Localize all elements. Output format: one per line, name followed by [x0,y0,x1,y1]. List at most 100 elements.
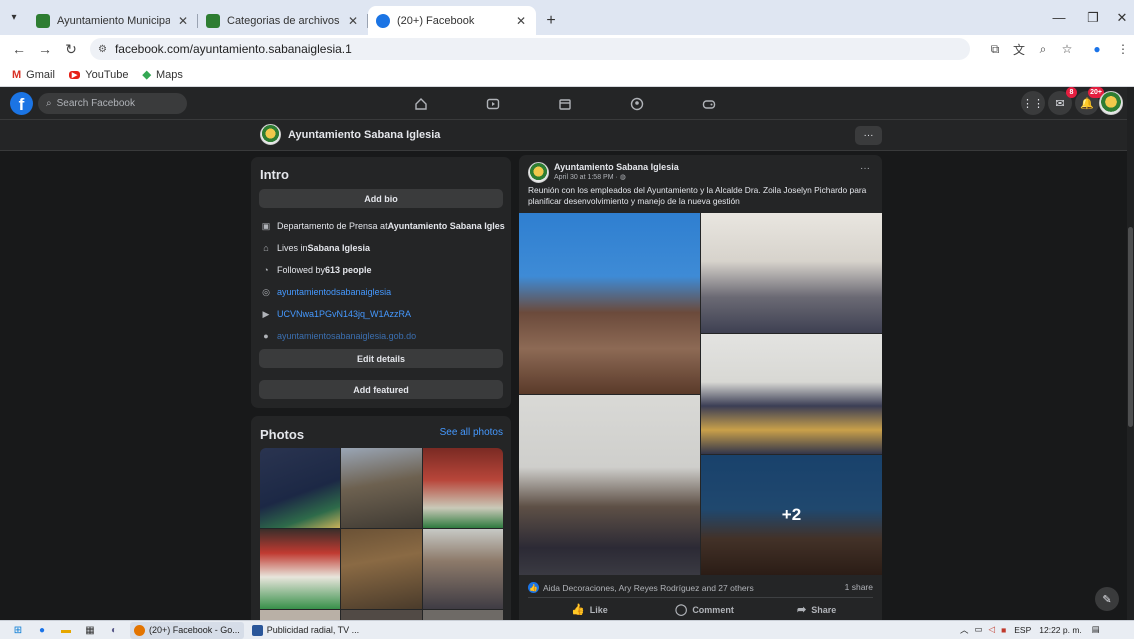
file-explorer-icon[interactable]: ▬ [54,621,78,639]
system-tray[interactable]: ︿ ▭ ◁ ■ ESP 12:22 p. m. ▤ [960,620,1100,639]
photos-title: Photos [260,427,305,442]
close-tab-icon[interactable]: ✕ [348,14,358,28]
start-icon[interactable]: ⊞ [6,621,30,639]
intro-website[interactable]: ● ayuntamientosabanaiglesia.gob.do [260,330,505,342]
bookmark-star-icon[interactable]: ☆ [1056,35,1078,63]
photo-thumbnail[interactable] [341,529,422,609]
youtube-icon: ▶ [68,70,81,79]
scrollbar-thumb[interactable] [1128,227,1133,427]
video-icon[interactable] [484,95,502,113]
translate-icon[interactable]: 文 [1008,35,1030,63]
photo-thumbnail[interactable] [341,448,422,528]
post-author[interactable]: Ayuntamiento Sabana Iglesia [554,162,679,172]
more-photos-overlay[interactable]: +2 [701,455,882,575]
photo-thumbnail[interactable] [260,448,340,528]
like-button[interactable]: 👍 Like [571,603,608,616]
intro-instagram[interactable]: ◎ ayuntamientodsabanaiglesia [260,286,505,298]
add-bio-button[interactable]: Add bio [259,189,503,208]
store-icon[interactable]: ▦ [78,621,102,639]
post-author-avatar[interactable] [528,162,549,183]
intro-title: Intro [260,167,289,182]
facebook-logo-icon[interactable]: f [10,92,33,115]
app-icon[interactable]: ◐ [102,621,126,639]
taskbar-app-chrome[interactable]: (20+) Facebook - Go... [130,621,244,639]
page-avatar[interactable] [260,124,281,145]
chrome-menu-icon[interactable]: ⋮ [1112,35,1134,63]
youtube-link[interactable]: UCVNwa1PGvN143jq_W1AzzRA [277,309,411,319]
intro-youtube[interactable]: ▶ UCVNwa1PGvN143jq_W1AzzRA [260,308,505,320]
gaming-icon[interactable] [700,95,718,113]
clock[interactable]: 12:22 p. m. [1039,625,1082,635]
messenger-badge: 8 [1066,87,1077,98]
page-more-button[interactable]: ··· [855,126,882,145]
notifications-center-icon[interactable]: ▤ [1092,624,1100,635]
bookmark-maps[interactable]: ◆ Maps [143,68,183,82]
bookmark-gmail[interactable]: M Gmail [12,69,55,81]
taskbar-app-word[interactable]: Publicidad radial, TV ... [248,622,363,639]
photo-thumbnail[interactable] [260,529,340,609]
page-scrollbar[interactable] [1127,87,1134,620]
page-title[interactable]: Ayuntamiento Sabana Iglesia [288,129,440,141]
browser-toolbar: ← → ↻ ⚙ facebook.com/ayuntamiento.sabana… [0,35,1134,63]
volume-icon[interactable]: ◁ [989,624,996,635]
post-photo[interactable] [701,334,882,454]
photo-thumbnail[interactable] [423,448,503,528]
comment-button[interactable]: ◯ Comment [675,603,734,616]
tab-search-icon[interactable]: ▾ [0,0,28,35]
account-avatar[interactable] [1099,91,1123,115]
reload-icon[interactable]: ↻ [60,38,82,60]
close-tab-icon[interactable]: ✕ [516,14,526,28]
antivirus-icon[interactable]: ■ [1001,625,1006,635]
site-info-icon[interactable]: ⚙ [98,44,107,55]
close-window-icon[interactable]: ✕ [1103,0,1134,35]
browser-tab-2[interactable]: Categorias de archivos Publicac ✕ [198,6,368,35]
lives-prefix: Lives in [277,243,308,253]
post-photo[interactable] [701,213,882,333]
search-input[interactable]: ⌕ Search Facebook [38,93,187,114]
website-link[interactable]: ayuntamientosabanaiglesia.gob.do [277,331,416,341]
forward-icon[interactable]: → [34,38,56,60]
chrome-taskbar-icon[interactable]: ● [30,621,54,639]
close-tab-icon[interactable]: ✕ [178,14,188,28]
address-bar[interactable]: ⚙ facebook.com/ayuntamiento.sabanaiglesi… [90,38,970,60]
zoom-icon[interactable]: ⌕ [1032,35,1054,63]
back-icon[interactable]: ← [8,38,30,60]
post-text: Reunión con los empleados del Ayuntamien… [528,185,867,206]
language-indicator[interactable]: ESP [1014,625,1031,635]
profile-icon[interactable]: ● [1086,35,1108,63]
marketplace-icon[interactable] [556,95,574,113]
chevron-up-icon[interactable]: ︿ [960,624,969,636]
home-icon[interactable] [412,95,430,113]
browser-tab-1[interactable]: Ayuntamiento Municipal de Sab ✕ [28,6,198,35]
minimize-icon[interactable]: — [1040,0,1078,35]
add-featured-button[interactable]: Add featured [259,380,503,399]
share-button[interactable]: ➦ Share [797,603,836,616]
post-photo[interactable] [519,213,700,394]
bookmark-youtube[interactable]: ▶ YouTube [68,69,129,81]
notifications-bell-icon[interactable]: 🔔 20+ [1075,87,1104,115]
new-message-icon[interactable]: ✎ [1095,587,1119,611]
reactions-summary[interactable]: 👍 Aida Decoraciones, Ary Reyes Rodríguez… [528,582,754,593]
divider [528,597,873,598]
new-tab-button[interactable]: + [536,6,566,35]
browser-tab-facebook[interactable]: (20+) Facebook ✕ [368,6,536,35]
photo-thumbnail[interactable] [423,529,503,609]
post-date[interactable]: April 30 at 1:58 PM · ◍ [554,173,626,181]
shares-count[interactable]: 1 share [845,582,873,592]
lives-place[interactable]: Sabana Iglesia [308,243,371,253]
menu-grid-icon[interactable]: ⋮⋮ [1021,91,1045,115]
post-more-button[interactable]: ··· [860,163,870,174]
see-all-photos-link[interactable]: See all photos [440,427,503,438]
followed-count[interactable]: 613 people [325,265,372,275]
messenger-icon[interactable]: ✉ 8 [1048,87,1077,115]
bookmark-label: Gmail [26,68,55,81]
edit-details-button[interactable]: Edit details [259,349,503,368]
word-icon [251,624,263,636]
instagram-link[interactable]: ayuntamientodsabanaiglesia [277,287,391,297]
work-org[interactable]: Ayuntamiento Sabana Iglesia [388,221,505,231]
network-icon[interactable]: ▭ [975,624,983,635]
groups-icon[interactable] [628,95,646,113]
cast-icon[interactable]: ⧉ [984,35,1006,63]
search-placeholder: Search Facebook [56,98,135,109]
post-photo[interactable] [519,395,700,575]
